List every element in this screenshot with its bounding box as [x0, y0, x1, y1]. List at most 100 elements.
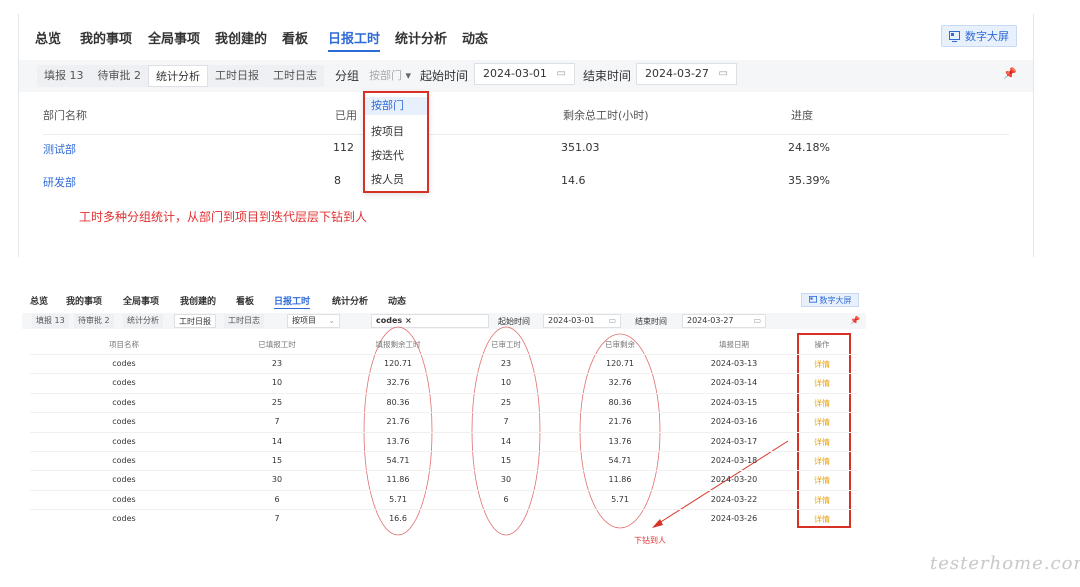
- details-link[interactable]: 详情: [814, 417, 830, 428]
- big-screen-button[interactable]: 数字大屏: [801, 293, 859, 307]
- tab-pending-approval[interactable]: 待审批 2: [74, 314, 114, 328]
- details-link[interactable]: 详情: [814, 398, 830, 409]
- cell-filled: 15: [271, 456, 283, 465]
- cell-date: 2024-03-18: [710, 456, 758, 465]
- top-nav: 总览 我的事项 全局事项 我创建的 看板 日报工时 统计分析 动态 数字大屏: [19, 14, 1033, 60]
- end-date-input[interactable]: 2024-03-27 ▭: [636, 63, 737, 85]
- project-tag[interactable]: codes ×: [376, 316, 412, 325]
- cell-progress: 35.39%: [788, 174, 830, 187]
- cell-approved: 23: [500, 359, 512, 368]
- nav-activity[interactable]: 动态: [388, 294, 406, 307]
- details-link[interactable]: 详情: [814, 456, 830, 467]
- cell-filled-remaining: 11.86: [386, 475, 410, 485]
- table-row-divider: [30, 373, 858, 375]
- nav-statistics[interactable]: 统计分析: [332, 294, 368, 307]
- pin-icon[interactable]: 📌: [1003, 67, 1017, 80]
- cell-approved-remaining: 120.71: [606, 359, 634, 368]
- tab-statistics[interactable]: 统计分析: [123, 314, 163, 328]
- cell-date: 2024-03-22: [710, 494, 758, 504]
- cell-filled: 14: [271, 436, 283, 446]
- table-row-divider: [30, 431, 858, 433]
- nav-kanban[interactable]: 看板: [282, 28, 308, 47]
- tab-statistics[interactable]: 统计分析: [148, 65, 208, 87]
- details-link[interactable]: 详情: [814, 495, 830, 506]
- nav-activity[interactable]: 动态: [462, 28, 488, 47]
- end-date-input[interactable]: 2024-03-27 ▭: [682, 314, 766, 328]
- cell-project: codes: [112, 378, 136, 388]
- tab-pending-approval[interactable]: 待审批 2: [90, 65, 148, 87]
- group-select[interactable]: 按项目 ⌄: [287, 314, 340, 328]
- cell-project: codes: [112, 436, 136, 446]
- cell-approved-remaining: 13.76: [608, 436, 632, 446]
- tab-hours-daily[interactable]: 工时日报: [174, 314, 216, 328]
- nav-created-by-me[interactable]: 我创建的: [180, 294, 216, 307]
- details-link[interactable]: 详情: [814, 378, 830, 389]
- watermark: testerhome.com: [930, 553, 1080, 574]
- department-link-dev[interactable]: 研发部: [43, 174, 76, 190]
- group-select[interactable]: 按部门 ▾: [369, 67, 411, 83]
- cell-approved-remaining: 32.76: [608, 378, 632, 388]
- cell-approved: 6: [503, 494, 509, 504]
- details-link[interactable]: 详情: [814, 514, 830, 525]
- cell-date: 2024-03-15: [710, 397, 758, 407]
- calendar-icon: ▭: [753, 316, 761, 325]
- tab-hours-log[interactable]: 工时日志: [224, 314, 264, 328]
- start-date-input[interactable]: 2024-03-01 ▭: [474, 63, 575, 85]
- details-link[interactable]: 详情: [814, 475, 830, 486]
- tab-fill-report[interactable]: 填报 13: [37, 65, 91, 87]
- sub-tabs: 填报 13 待审批 2 统计分析 工时日报 工时日志: [37, 65, 324, 87]
- start-time-label: 起始时间: [498, 317, 530, 326]
- start-date-input[interactable]: 2024-03-01 ▭: [543, 314, 621, 328]
- column-header-filled: 已填报工时: [258, 340, 296, 349]
- tab-hours-log[interactable]: 工时日志: [266, 65, 324, 87]
- table-row-divider: [30, 392, 858, 394]
- department-link-test[interactable]: 测试部: [43, 141, 76, 157]
- dropdown-item-by-department[interactable]: 按部门: [365, 97, 427, 115]
- nav-kanban[interactable]: 看板: [236, 294, 254, 307]
- dropdown-item-by-project[interactable]: 按项目: [371, 123, 404, 139]
- details-link[interactable]: 详情: [814, 359, 830, 370]
- dropdown-item-by-iteration[interactable]: 按迭代: [371, 147, 404, 163]
- cell-approved-remaining: 54.71: [608, 456, 632, 465]
- table-row-divider: [30, 451, 858, 452]
- nav-daily-hours[interactable]: 日报工时: [328, 28, 381, 52]
- cell-filled: 25: [271, 397, 283, 407]
- big-screen-button[interactable]: 数字大屏: [941, 25, 1017, 47]
- nav-my-items[interactable]: 我的事项: [80, 28, 132, 47]
- dropdown-item-by-person[interactable]: 按人员: [371, 171, 404, 187]
- nav-overview[interactable]: 总览: [35, 28, 61, 47]
- cell-project: codes: [112, 494, 136, 504]
- tab-fill-report[interactable]: 填报 13: [32, 314, 69, 328]
- cell-filled-remaining: 120.71: [384, 359, 412, 368]
- cell-date: 2024-03-16: [710, 417, 758, 427]
- tab-hours-daily[interactable]: 工时日报: [208, 65, 266, 87]
- cell-date: 2024-03-26: [710, 514, 758, 524]
- end-time-label: 结束时间: [583, 69, 632, 83]
- nav-statistics[interactable]: 统计分析: [395, 28, 447, 47]
- nav-daily-hours[interactable]: 日报工时: [274, 294, 311, 309]
- column-header-remaining: 剩余总工时(小时): [563, 109, 649, 122]
- project-filter-input[interactable]: codes ×: [371, 314, 489, 328]
- nav-my-items[interactable]: 我的事项: [66, 294, 102, 307]
- cell-filled: 7: [274, 417, 280, 427]
- arrow-head: [652, 519, 663, 528]
- nav-global-items[interactable]: 全局事项: [148, 28, 200, 47]
- column-header-project: 项目名称: [109, 340, 139, 349]
- cell-used: 112: [333, 141, 354, 154]
- nav-created-by-me[interactable]: 我创建的: [215, 28, 267, 47]
- details-link[interactable]: 详情: [814, 437, 830, 448]
- pin-icon[interactable]: 📌: [850, 316, 860, 325]
- cell-approved: 7: [503, 417, 509, 427]
- calendar-icon: ▭: [718, 68, 728, 79]
- column-header-actions: 操作: [814, 340, 830, 349]
- cell-date: 2024-03-14: [710, 378, 758, 388]
- column-header-progress: 进度: [791, 109, 813, 122]
- table-row-divider: [30, 489, 858, 491]
- nav-overview[interactable]: 总览: [30, 294, 48, 307]
- cell-project: codes: [112, 475, 136, 485]
- cell-date: 2024-03-13: [710, 359, 758, 368]
- nav-global-items[interactable]: 全局事项: [123, 294, 159, 307]
- monitor-icon: [808, 296, 817, 303]
- big-screen-label: 数字大屏: [965, 30, 1009, 43]
- cell-filled: 10: [271, 378, 283, 388]
